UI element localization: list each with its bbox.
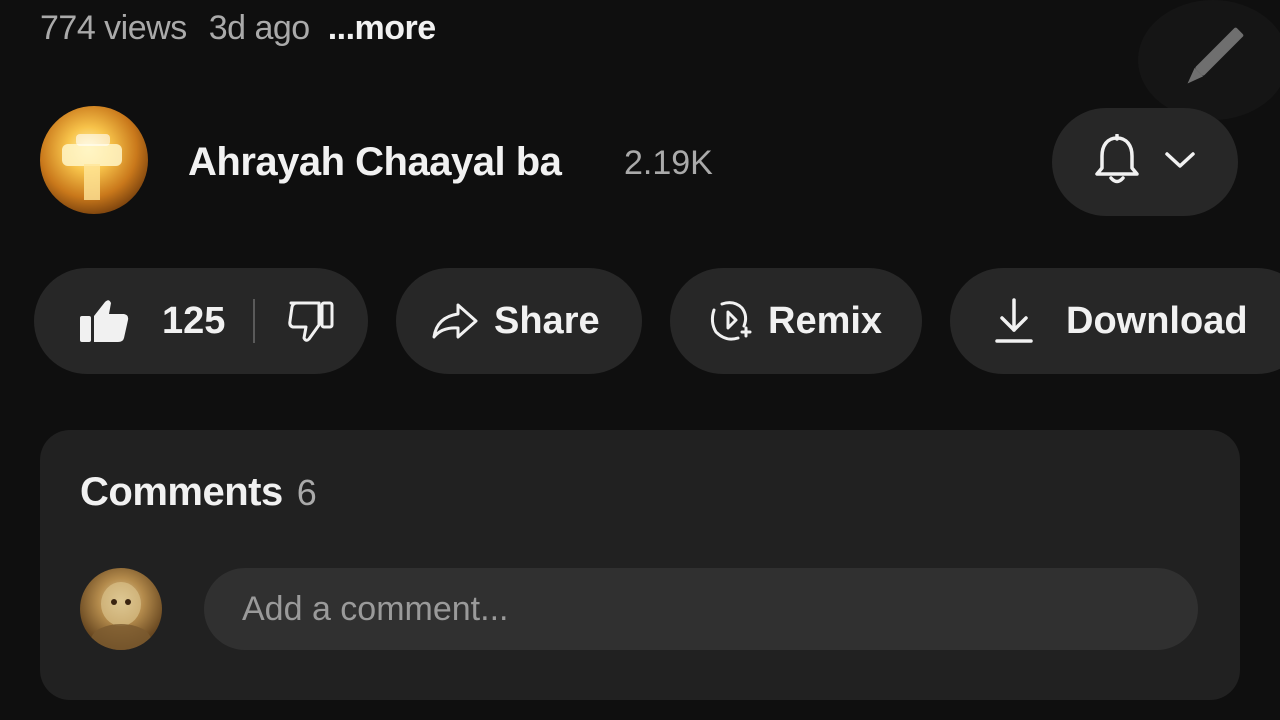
channel-name[interactable]: Ahrayah Chaayal ba (188, 140, 562, 185)
video-meta: 774 views 3d ago ...more (40, 8, 436, 48)
comments-title: Comments (80, 470, 283, 514)
comment-input[interactable] (204, 568, 1198, 650)
remix-button[interactable]: Remix (670, 268, 922, 374)
channel-row: Ahrayah Chaayal ba 2.19K (40, 104, 1240, 218)
notification-button[interactable] (1052, 108, 1238, 216)
chevron-down-icon (1163, 149, 1197, 176)
more-link[interactable]: ...more (328, 9, 436, 48)
like-dislike-group: 125 (34, 268, 368, 374)
channel-avatar[interactable] (40, 106, 148, 214)
like-divider (253, 299, 256, 343)
upload-age: 3d ago (208, 8, 311, 47)
user-avatar (80, 568, 162, 650)
download-label: Download (1066, 299, 1248, 342)
comments-header: Comments 6 (80, 470, 317, 515)
remix-label: Remix (768, 299, 883, 342)
comments-count: 6 (296, 472, 317, 513)
remix-icon (706, 298, 752, 344)
download-icon (994, 298, 1034, 344)
thumbs-up-icon[interactable] (78, 298, 130, 344)
subscriber-count: 2.19K (624, 144, 713, 182)
bell-icon (1093, 132, 1141, 191)
action-bar: 125 Share Remix Download (34, 268, 1280, 374)
like-count: 125 (162, 299, 226, 342)
thumbs-down-icon[interactable] (287, 299, 335, 343)
share-button[interactable]: Share (396, 268, 642, 374)
share-label: Share (494, 299, 600, 342)
download-button[interactable]: Download (950, 268, 1280, 374)
comments-section[interactable]: Comments 6 (40, 430, 1240, 700)
edit-button[interactable] (1138, 0, 1280, 120)
share-arrow-icon (430, 301, 480, 341)
pencil-icon (1173, 18, 1253, 103)
view-count: 774 views (40, 8, 187, 47)
